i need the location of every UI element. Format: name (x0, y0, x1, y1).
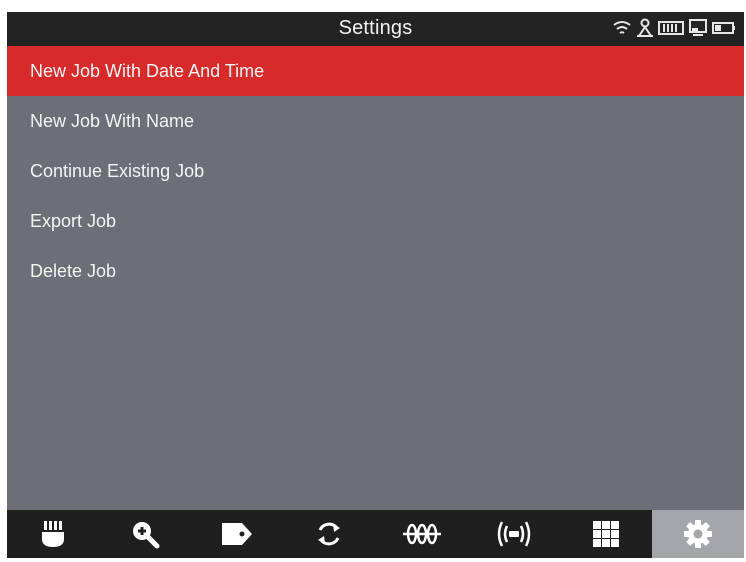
tag-icon (220, 521, 254, 547)
menu-item-label: New Job With Name (30, 111, 195, 131)
battery-icon (712, 20, 736, 36)
nav-wireless-button[interactable] (468, 510, 560, 558)
nav-coil-button[interactable] (376, 510, 468, 558)
coil-icon (402, 521, 442, 547)
menu-item-label: Export Job (30, 211, 117, 231)
zoom-in-icon (130, 519, 160, 549)
nav-connector-button[interactable] (7, 510, 99, 558)
menu-item-continue-job[interactable]: Continue Existing Job (7, 146, 744, 196)
refresh-icon (315, 520, 343, 548)
menu-item-new-job-date-time[interactable]: New Job With Date And Time (7, 46, 744, 96)
keyboard-icon (658, 20, 684, 36)
menu-item-export-job[interactable]: Export Job (7, 196, 744, 246)
status-icons (612, 18, 736, 38)
wireless-signal-icon (495, 519, 533, 549)
nav-tag-button[interactable] (191, 510, 283, 558)
menu-item-new-job-name[interactable]: New Job With Name (7, 96, 744, 146)
menu-item-label: Delete Job (30, 261, 117, 281)
menu-item-delete-job[interactable]: Delete Job (7, 246, 744, 296)
job-menu: New Job With Date And Time New Job With … (7, 46, 744, 296)
bottom-nav-bar (7, 510, 744, 558)
nav-refresh-button[interactable] (283, 510, 375, 558)
cable-connector-icon (39, 519, 67, 549)
menu-item-label: Continue Existing Job (30, 161, 205, 181)
nav-zoom-button[interactable] (99, 510, 191, 558)
bluetooth-icon (636, 18, 654, 38)
nav-settings-button[interactable] (651, 510, 744, 558)
wifi-icon (612, 19, 632, 37)
settings-gear-icon (682, 518, 714, 550)
menu-item-label: New Job With Date And Time (30, 61, 265, 81)
nav-grid-button[interactable] (560, 510, 652, 558)
device-screen: Settings New Job With Date And Time New … (7, 12, 744, 558)
monitor-icon (688, 19, 708, 37)
title-bar: Settings (7, 12, 744, 46)
grid-icon (591, 519, 621, 549)
